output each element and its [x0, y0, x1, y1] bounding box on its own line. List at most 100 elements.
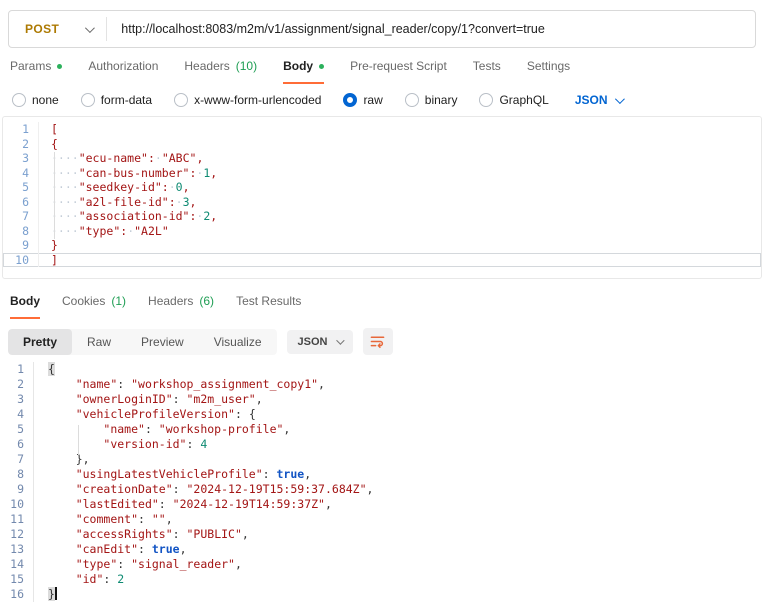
radio-graphql[interactable]: GraphQL — [479, 93, 548, 107]
request-language-label: JSON — [575, 93, 608, 107]
code-line[interactable]: 10] — [3, 253, 761, 268]
tab-headers[interactable]: Headers(10) — [184, 59, 257, 84]
code-text: } — [34, 587, 764, 602]
tab-label: Settings — [527, 59, 570, 73]
code-line[interactable]: 16} — [0, 587, 764, 602]
request-language-selector[interactable]: JSON — [575, 93, 622, 107]
radio-none[interactable]: none — [12, 93, 59, 107]
token-sp — [48, 557, 76, 571]
code-line[interactable]: 7····"association-id":·2, — [3, 209, 761, 224]
radio-circle-icon — [12, 93, 26, 107]
token-s: "ABC" — [162, 151, 197, 165]
code-text: "id": 2 — [34, 572, 764, 587]
code-line[interactable]: 5····"seedkey-id":·0, — [3, 180, 761, 195]
tab-params[interactable]: Params — [10, 59, 62, 84]
code-text: "type": "signal_reader", — [34, 557, 764, 572]
tab-count-badge: (10) — [236, 59, 257, 73]
radio-form-data[interactable]: form-data — [81, 93, 152, 107]
tab-headers[interactable]: Headers(6) — [148, 294, 214, 319]
radio-x-www-form-urlencoded[interactable]: x-www-form-urlencoded — [174, 93, 321, 107]
code-line[interactable]: 4····"can-bus-number":·1, — [3, 166, 761, 181]
code-line[interactable]: 4 "vehicleProfileVersion": { — [0, 407, 764, 422]
line-number: 14 — [0, 557, 34, 572]
line-number: 4 — [0, 407, 34, 422]
token-s: "PUBLIC" — [187, 527, 242, 541]
body-type-row: none form-data x-www-form-urlencoded raw bin… — [12, 93, 764, 107]
tab-tests[interactable]: Tests — [473, 59, 501, 84]
view-button-preview[interactable]: Preview — [126, 329, 199, 355]
tab-test-results[interactable]: Test Results — [236, 294, 301, 319]
tab-cookies[interactable]: Cookies(1) — [62, 294, 126, 319]
token-p: : — [138, 512, 152, 526]
view-button-pretty[interactable]: Pretty — [8, 329, 72, 355]
token-b: true — [152, 542, 180, 556]
code-line[interactable]: 2{ — [3, 137, 761, 152]
code-line[interactable]: 10 "lastEdited": "2024-12-19T14:59:37Z", — [0, 497, 764, 512]
token-sp — [48, 422, 103, 436]
unsaved-dot-icon — [57, 64, 62, 69]
request-body-editor[interactable]: 1[2{3····"ecu-name":·"ABC",4····"can-bus… — [2, 116, 762, 279]
response-body-viewer[interactable]: 1{2 "name": "workshop_assignment_copy1",… — [0, 362, 764, 602]
method-selector[interactable]: POST — [9, 22, 106, 36]
token-k: "lastEdited" — [76, 497, 159, 511]
code-line[interactable]: 1[ — [3, 122, 761, 137]
code-line[interactable]: 12 "accessRights": "PUBLIC", — [0, 527, 764, 542]
url-input[interactable]: http://localhost:8083/m2m/v1/assignment/… — [107, 22, 545, 36]
code-line[interactable]: 3 "ownerLoginID": "m2m_user", — [0, 392, 764, 407]
line-number: 12 — [0, 527, 34, 542]
response-language-selector[interactable]: JSON — [287, 330, 353, 354]
code-line[interactable]: 6 "version-id": 4 — [0, 437, 764, 452]
code-line[interactable]: 8····"type":·"A2L" — [3, 224, 761, 239]
line-number: 1 — [0, 362, 34, 377]
token-b: true — [277, 467, 305, 481]
token-s: "2024-12-19T15:59:37.684Z" — [187, 482, 367, 496]
tab-pre-request-script[interactable]: Pre-request Script — [350, 59, 447, 84]
code-line[interactable]: 1{ — [0, 362, 764, 377]
token-s: "workshop-profile" — [159, 422, 284, 436]
tab-settings[interactable]: Settings — [527, 59, 570, 84]
code-text: "creationDate": "2024-12-19T15:59:37.684… — [34, 482, 764, 497]
code-line[interactable]: 15 "id": 2 — [0, 572, 764, 587]
token-p: , — [183, 180, 190, 194]
wrap-text-button[interactable] — [363, 328, 393, 355]
code-text: "accessRights": "PUBLIC", — [34, 527, 764, 542]
code-line[interactable]: 11 "comment": "", — [0, 512, 764, 527]
tab-label: Body — [283, 59, 313, 73]
token-s: "2024-12-19T14:59:37Z" — [173, 497, 325, 511]
token-k: "ecu-name" — [79, 151, 148, 165]
view-button-raw[interactable]: Raw — [72, 329, 126, 355]
radio-label: x-www-form-urlencoded — [194, 93, 321, 107]
code-line[interactable]: 5 "name": "workshop-profile", — [0, 422, 764, 437]
token-p: [ — [51, 122, 58, 136]
code-line[interactable]: 9} — [3, 238, 761, 253]
token-n: 3 — [183, 195, 190, 209]
tab-label: Cookies — [62, 294, 105, 308]
code-line[interactable]: 3····"ecu-name":·"ABC", — [3, 151, 761, 166]
code-line[interactable]: 8 "usingLatestVehicleProfile": true, — [0, 467, 764, 482]
view-button-visualize[interactable]: Visualize — [199, 329, 277, 355]
radio-raw[interactable]: raw — [343, 93, 382, 107]
code-line[interactable]: 14 "type": "signal_reader", — [0, 557, 764, 572]
code-line[interactable]: 6····"a2l-file-id":·3, — [3, 195, 761, 210]
indent-guide — [54, 152, 55, 239]
radio-circle-icon — [174, 93, 188, 107]
token-k: "ownerLoginID" — [76, 392, 173, 406]
code-line[interactable]: 13 "canEdit": true, — [0, 542, 764, 557]
token-p: : — [103, 572, 117, 586]
code-line[interactable]: 7 }, — [0, 452, 764, 467]
token-p: } — [51, 238, 58, 252]
token-sp — [48, 512, 76, 526]
tab-body[interactable]: Body — [10, 294, 40, 319]
radio-circle-icon — [343, 93, 357, 107]
code-text: { — [34, 362, 764, 377]
token-k: "association-id" — [79, 209, 190, 223]
tab-body[interactable]: Body — [283, 59, 324, 84]
tab-authorization[interactable]: Authorization — [88, 59, 158, 84]
token-p: : — [235, 407, 249, 421]
radio-binary[interactable]: binary — [405, 93, 458, 107]
radio-label: binary — [425, 93, 458, 107]
token-s: "workshop_assignment_copy1" — [131, 377, 318, 391]
code-line[interactable]: 9 "creationDate": "2024-12-19T15:59:37.6… — [0, 482, 764, 497]
code-line[interactable]: 2 "name": "workshop_assignment_copy1", — [0, 377, 764, 392]
token-s: "" — [152, 512, 166, 526]
